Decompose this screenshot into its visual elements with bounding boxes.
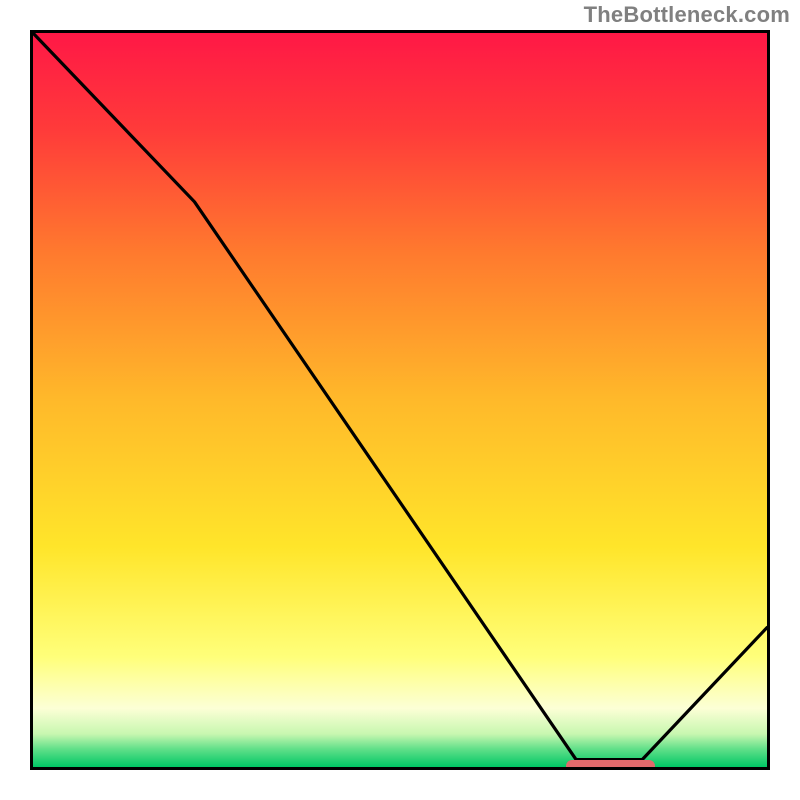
chart-stage: TheBottleneck.com — [0, 0, 800, 800]
bottleneck-curve — [33, 33, 767, 767]
watermark-text: TheBottleneck.com — [584, 2, 790, 28]
plot-frame — [30, 30, 770, 770]
curve-polyline — [33, 33, 767, 760]
optimal-range-marker — [566, 760, 655, 770]
